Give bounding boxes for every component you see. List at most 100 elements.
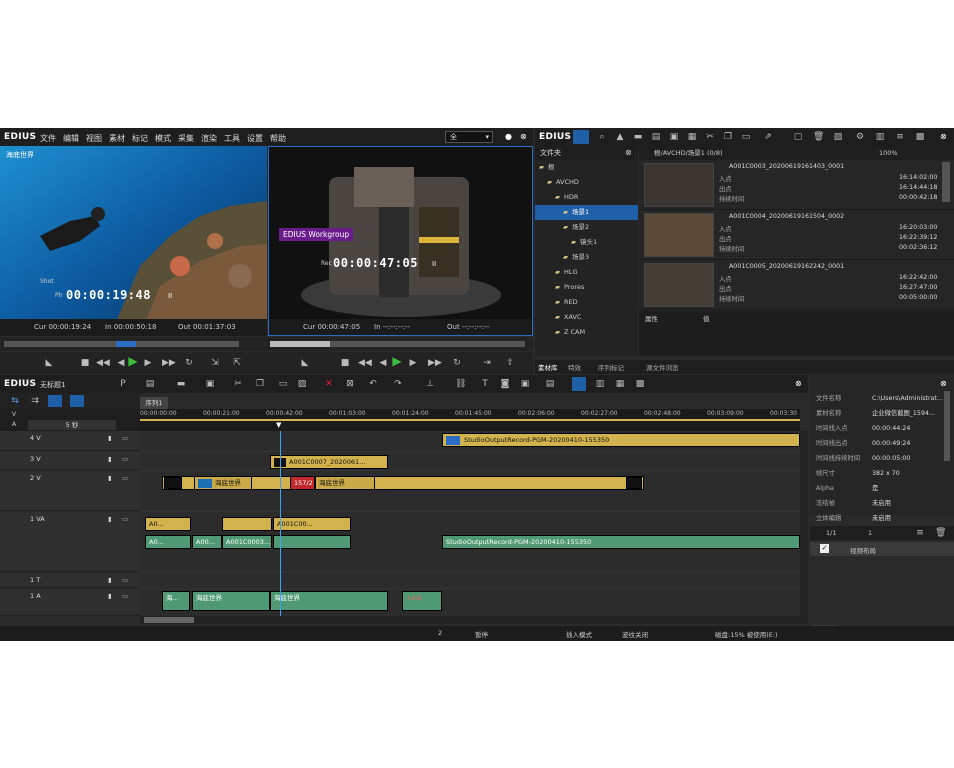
- track-header[interactable]: 4 V ▮ ▭: [0, 431, 140, 451]
- menu-item[interactable]: 编辑: [63, 133, 79, 144]
- cut-icon[interactable]: ✂: [233, 379, 243, 389]
- track-icon[interactable]: ▭: [122, 592, 128, 600]
- v4-clip[interactable]: StudioOutputRecord-PGM-20200410-155350: [442, 433, 800, 447]
- paste-icon[interactable]: ▭: [741, 132, 751, 142]
- paste-icon[interactable]: ▭: [278, 379, 288, 389]
- lock-icon[interactable]: ▮: [108, 434, 112, 442]
- info-icon[interactable]: ▩: [635, 379, 645, 389]
- add-clip-icon[interactable]: ▤: [651, 132, 661, 142]
- stop-icon[interactable]: ■: [340, 358, 350, 368]
- folder-item[interactable]: ▰ HDR: [535, 190, 638, 205]
- bin-tab[interactable]: 序列标记: [598, 362, 624, 372]
- copy-icon[interactable]: ❐: [723, 132, 733, 142]
- view-icon[interactable]: ▥: [875, 132, 885, 142]
- stop-icon[interactable]: ■: [80, 358, 90, 368]
- loop-icon[interactable]: ↻: [184, 358, 194, 368]
- track-header[interactable]: 1 T ▮ ▭: [0, 573, 140, 588]
- track-header[interactable]: 3 V ▮ ▭: [0, 452, 140, 470]
- mode-select[interactable]: 全 ▾: [445, 131, 493, 143]
- sequence-icon[interactable]: ▦: [687, 132, 697, 142]
- list-icon[interactable]: ≡: [895, 132, 905, 142]
- cut-icon[interactable]: ✂: [705, 132, 715, 142]
- close-icon[interactable]: ⊗: [940, 132, 947, 141]
- clip-scrollbar[interactable]: [942, 162, 950, 202]
- play-icon[interactable]: ▶: [128, 355, 138, 367]
- va-long-clip[interactable]: StudioOutputRecord-PGM-20200410-155350: [442, 535, 800, 549]
- folder-icon[interactable]: ▬: [633, 132, 643, 142]
- player-monitor[interactable]: 海底世界 Shot Plr 00:00:19:48 II Cur 00:00:1…: [0, 146, 267, 336]
- sequence-tab[interactable]: 序列1: [140, 397, 168, 409]
- timeline-vscrollbar[interactable]: [800, 431, 808, 616]
- folder-item[interactable]: ▰ RED: [535, 295, 638, 310]
- va-clip-1-audio[interactable]: A0...: [145, 535, 191, 549]
- menu-item[interactable]: 帮助: [270, 133, 286, 144]
- menu-item[interactable]: 视图: [86, 133, 102, 144]
- timeline-hscrollbar[interactable]: [140, 616, 808, 624]
- step-forward-icon[interactable]: ▶: [143, 358, 153, 368]
- track-icon[interactable]: ▭: [122, 515, 128, 523]
- loop-icon[interactable]: ↻: [452, 358, 462, 368]
- close-icon[interactable]: ⊗: [940, 379, 947, 388]
- menu-item[interactable]: 标记: [132, 133, 148, 144]
- v2-clip-b[interactable]: 157/2: [290, 476, 315, 490]
- v2-black-clip[interactable]: [164, 477, 182, 489]
- recorder-monitor[interactable]: EDIUS Workgroup Rec 00:00:47:05 II Cur 0…: [268, 146, 533, 336]
- title-icon[interactable]: T: [480, 379, 490, 389]
- va-clip-3-video[interactable]: [222, 517, 272, 531]
- fast-forward-icon[interactable]: ▶▶: [428, 358, 442, 368]
- a1-clip-2[interactable]: 海底世界: [192, 591, 270, 611]
- step-forward-icon[interactable]: ▶: [408, 358, 418, 368]
- trim-icon[interactable]: ⊠: [345, 379, 355, 389]
- snapshot-icon[interactable]: ◙: [500, 379, 510, 389]
- va-clip-3[interactable]: A001C0003...: [222, 535, 272, 549]
- folder-item[interactable]: ▰ 镜头1: [535, 235, 638, 250]
- folder-item[interactable]: ▰ Prores: [535, 280, 638, 295]
- a1-clip-4[interactable]: +2/2: [402, 591, 442, 611]
- v2-clip-c[interactable]: 海底世界: [315, 476, 375, 490]
- menu-item[interactable]: 设置: [247, 133, 263, 144]
- new-clip-icon[interactable]: ▣: [669, 132, 679, 142]
- render-icon[interactable]: ▣: [520, 379, 530, 389]
- close-icon[interactable]: ⊗: [795, 379, 802, 388]
- folder-item[interactable]: ▰ 场景1: [535, 205, 638, 220]
- timeline-ruler[interactable]: 00:00:00:00 00:00:21:00 00:00:42:00 00:01:0…: [140, 409, 800, 431]
- sync-button[interactable]: [48, 395, 62, 407]
- menu-item[interactable]: 采集: [178, 133, 194, 144]
- split-icon[interactable]: ⇥: [482, 358, 492, 368]
- track-icon[interactable]: ▭: [122, 434, 128, 442]
- recorder-scrubber[interactable]: [270, 341, 525, 347]
- bin-tab[interactable]: 源文件浏览: [646, 362, 679, 372]
- lock-icon[interactable]: ▮: [108, 455, 112, 463]
- export-icon[interactable]: ▤: [545, 379, 555, 389]
- list-icon[interactable]: ≡: [915, 528, 925, 538]
- markers-icon[interactable]: ▦: [615, 379, 625, 389]
- settings-icon[interactable]: ⚙: [855, 132, 865, 142]
- delete-icon[interactable]: ✕: [324, 379, 334, 389]
- folder-item[interactable]: ▰ HLG: [535, 265, 638, 280]
- effect-item[interactable]: ✓ 视频布局: [810, 542, 954, 556]
- a1-clip-3[interactable]: 海底世界: [270, 591, 388, 611]
- playhead-marker-icon[interactable]: ▼: [276, 421, 281, 429]
- folder-item[interactable]: ▰ AVCHD: [535, 175, 638, 190]
- step-back-icon[interactable]: ◀: [378, 358, 388, 368]
- effects-icon[interactable]: ▥: [595, 379, 605, 389]
- v3-clip[interactable]: A001C0007_2020061...: [270, 455, 388, 469]
- lock-icon[interactable]: ▮: [108, 576, 112, 584]
- comment-icon[interactable]: ▢: [793, 132, 803, 142]
- va-clip-4[interactable]: A001C00...: [273, 517, 351, 531]
- a1-clip-1[interactable]: 海...: [162, 591, 190, 611]
- delete-icon[interactable]: 🗑: [813, 132, 824, 142]
- overwrite-icon[interactable]: ⇱: [232, 358, 242, 368]
- ripple-icon[interactable]: ⇉: [30, 396, 40, 406]
- folder-item[interactable]: ▰ 根: [535, 160, 638, 175]
- save-icon[interactable]: ▣: [205, 379, 215, 389]
- folder-item[interactable]: ▰ 场景3: [535, 250, 638, 265]
- menu-item[interactable]: 模式: [155, 133, 171, 144]
- send-icon[interactable]: ⇗: [763, 132, 773, 142]
- menu-item[interactable]: 文件: [40, 133, 56, 144]
- p-icon[interactable]: P: [118, 379, 128, 389]
- bin-tab[interactable]: 素材库: [538, 362, 558, 372]
- folder-item[interactable]: ▰ Z CAM: [535, 325, 638, 340]
- checkbox-icon[interactable]: ✓: [820, 544, 829, 553]
- lock-icon[interactable]: ▮: [108, 592, 112, 600]
